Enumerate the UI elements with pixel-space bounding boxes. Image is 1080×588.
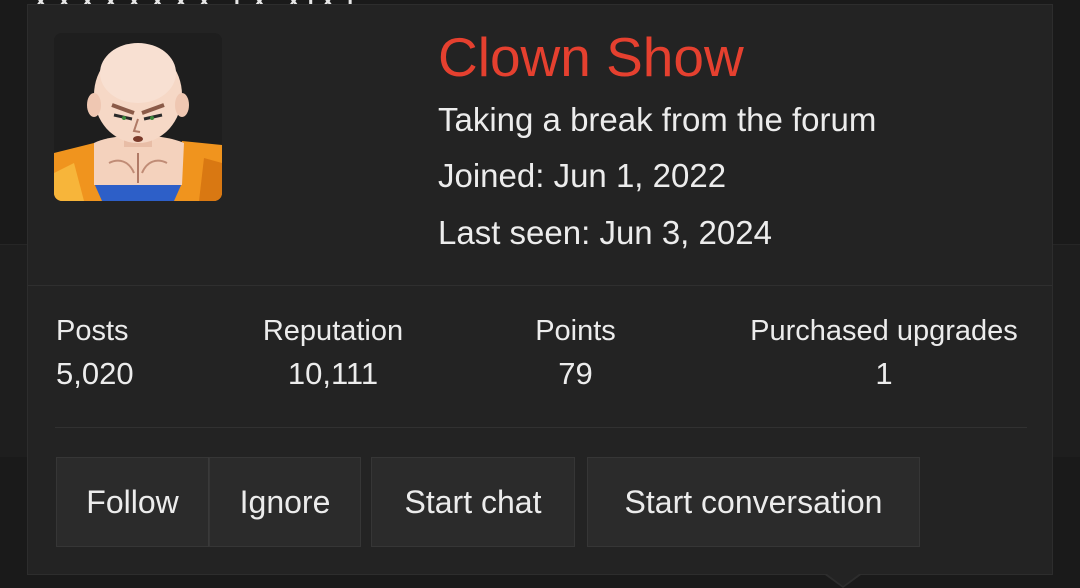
follow-button[interactable]: Follow [56, 457, 209, 547]
ignore-button[interactable]: Ignore [209, 457, 361, 547]
member-name-link[interactable]: Clown Show [438, 25, 744, 89]
member-joined-date: Joined: Jun 1, 2022 [438, 157, 727, 194]
stat-value: 1 [875, 356, 893, 391]
stat-value: 79 [558, 356, 593, 391]
tooltip-pointer-fill [827, 574, 859, 586]
stat-points[interactable]: Points 79 [518, 315, 633, 392]
stat-purchased-upgrades: Purchased upgrades 1 [734, 315, 1034, 392]
divider [55, 427, 1027, 428]
stat-value: 5,020 [56, 356, 134, 391]
stat-label: Purchased upgrades [750, 315, 1018, 347]
start-chat-button[interactable]: Start chat [371, 457, 575, 547]
member-tooltip-card: Clown Show Taking a break from the forum… [27, 4, 1053, 575]
member-user-title: Taking a break from the forum [438, 101, 877, 138]
start-conversation-button[interactable]: Start conversation [587, 457, 920, 547]
stat-label: Points [535, 315, 616, 347]
stat-value: 10,111 [287, 356, 379, 391]
stat-reputation[interactable]: Reputation 10,111 [248, 315, 418, 392]
avatar[interactable] [54, 33, 222, 201]
stat-label: Posts [56, 315, 129, 347]
member-header: Clown Show Taking a break from the forum… [28, 5, 1052, 286]
stat-posts[interactable]: Posts 5,020 [56, 315, 134, 392]
stat-label: Reputation [262, 315, 404, 347]
member-last-seen: Last seen: Jun 3, 2024 [438, 214, 772, 251]
anime-character-avatar-icon [54, 33, 222, 201]
